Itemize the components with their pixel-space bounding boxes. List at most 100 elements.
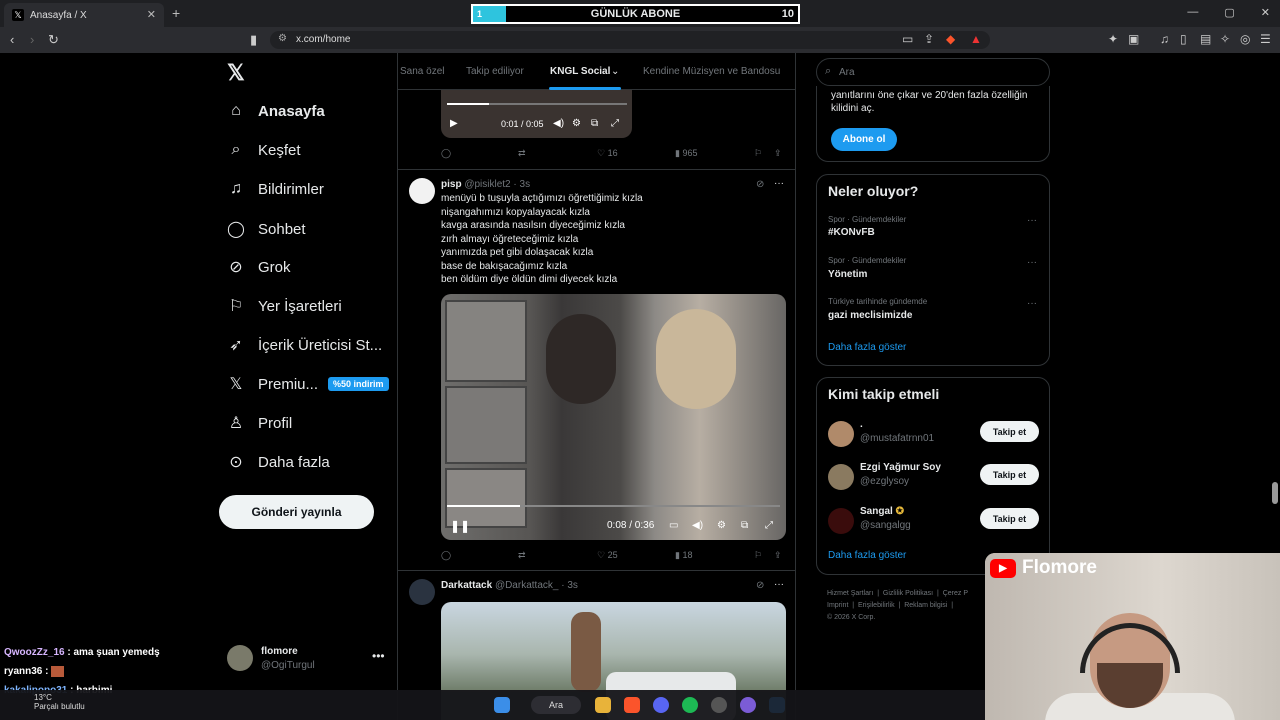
app-icon[interactable] (711, 697, 727, 713)
steam-icon[interactable] (769, 697, 785, 713)
volume-icon[interactable]: ◀) (553, 118, 564, 129)
footer-link[interactable]: Gizlilik Politikası (883, 590, 933, 597)
search-input[interactable]: ⌕ Ara (816, 58, 1050, 86)
author-name[interactable]: pisp (441, 179, 462, 190)
bookmark-icon[interactable]: ⚐ (754, 148, 762, 159)
sidebar-item-more[interactable]: ⊙ Daha fazla (226, 452, 329, 472)
tab-following[interactable]: Takip ediliyor (466, 66, 524, 77)
back-icon[interactable]: ‹ (10, 32, 14, 47)
sidebar-item-explore[interactable]: ⌕ Keşfet (226, 141, 301, 159)
brave-icon[interactable] (624, 697, 640, 713)
trend-title[interactable]: gazi meclisimizde (828, 310, 912, 321)
share-icon[interactable]: ⇪ (924, 32, 934, 46)
wallet-icon[interactable]: ▤ (1200, 32, 1211, 46)
more-icon[interactable]: ··· (1027, 215, 1037, 226)
close-window-icon[interactable]: ✕ (1261, 6, 1270, 19)
discord-icon[interactable] (653, 697, 669, 713)
author-name[interactable]: Darkattack (441, 580, 492, 591)
file-explorer-icon[interactable] (595, 697, 611, 713)
trend-title[interactable]: Yönetim (828, 269, 867, 280)
x-logo-icon[interactable]: 𝕏 (227, 60, 245, 86)
tweet-video[interactable]: ❚❚ 0:08 / 0:36 ▭ ◀) ⚙ ⧉ ⤢ (441, 294, 786, 540)
follow-suggestion[interactable]: Ezgi Yağmur Soy @ezglysoy Takip et (817, 458, 1051, 498)
author-handle[interactable]: @Darkattack_ (495, 580, 559, 591)
like-button[interactable]: ♡ 25 (597, 550, 618, 561)
fullscreen-icon[interactable]: ⤢ (611, 118, 619, 129)
avatar[interactable] (409, 579, 435, 605)
retweet-icon[interactable]: ⇄ (518, 550, 526, 561)
like-button[interactable]: ♡ 16 (597, 148, 618, 159)
subscribe-button[interactable]: Abone ol (831, 128, 897, 151)
sidebar-item-premium[interactable]: 𝕏 Premiu... %50 indirim (226, 374, 389, 394)
tab-kngl-social[interactable]: KNGL Social (550, 66, 610, 77)
new-tab-button[interactable]: + (172, 5, 180, 21)
bookmark-page-icon[interactable]: ▮ (250, 32, 257, 48)
views-button[interactable]: ▮ 18 (675, 550, 692, 561)
follow-button[interactable]: Takip et (980, 508, 1039, 529)
url-field[interactable]: ⚙ x.com/home (270, 31, 990, 49)
more-icon[interactable]: ··· (774, 178, 784, 189)
vpn-icon[interactable]: ◎ (1240, 32, 1250, 46)
author-handle[interactable]: @pisiklet2 (464, 179, 510, 190)
chevron-down-icon[interactable]: ⌄ (611, 66, 619, 77)
volume-icon[interactable]: ◀) (692, 520, 703, 531)
retweet-icon[interactable]: ⇄ (518, 148, 526, 159)
sidebar-item-home[interactable]: ⌂ Anasayfa (226, 102, 325, 120)
settings-icon[interactable]: ⚙ (572, 118, 581, 129)
sidebar-item-creator-studio[interactable]: ➶ İçerik Üreticisi St... (226, 335, 382, 355)
captions-icon[interactable]: ▭ (669, 520, 678, 531)
reload-icon[interactable]: ↻ (48, 32, 59, 48)
footer-link[interactable]: Imprint (827, 602, 848, 609)
brave-shield-icon[interactable]: ◆ (946, 32, 955, 46)
footer-link[interactable]: Erişilebilirlik (858, 602, 895, 609)
pip-icon[interactable]: ⧉ (741, 520, 748, 531)
pip-icon[interactable]: ⧉ (591, 118, 598, 129)
grok-icon[interactable]: ⊘ (756, 580, 764, 591)
follow-button[interactable]: Takip et (980, 464, 1039, 485)
tweet-video[interactable]: ▶ 0:01 / 0:05 ◀) ⚙ ⧉ ⤢ (441, 90, 632, 138)
sidebar-item-profile[interactable]: ♙ Profil (226, 413, 292, 433)
follow-suggestion[interactable]: . @mustafatrnn01 Takip et (817, 415, 1051, 455)
spotify-icon[interactable] (682, 697, 698, 713)
share-icon[interactable]: ⇪ (774, 550, 782, 561)
minimize-icon[interactable]: — (1187, 6, 1198, 19)
footer-link[interactable]: Çerez P (943, 590, 968, 597)
more-icon[interactable]: ••• (372, 649, 385, 663)
cast-icon[interactable]: ▭ (902, 32, 913, 46)
grok-icon[interactable]: ⊘ (756, 179, 764, 190)
maximize-icon[interactable]: ▢ (1224, 6, 1234, 19)
weather-widget[interactable]: 13°C Parçalı bulutlu (14, 693, 85, 711)
tab-musician[interactable]: Kendine Müzisyen ve Bandosu (643, 66, 780, 77)
reply-icon[interactable]: ◯ (441, 148, 451, 159)
views-button[interactable]: ▮ 965 (675, 148, 697, 159)
more-icon[interactable]: ··· (774, 579, 784, 590)
obs-icon[interactable] (740, 697, 756, 713)
reply-icon[interactable]: ◯ (441, 550, 451, 561)
share-icon[interactable]: ⇪ (774, 148, 782, 159)
show-more-link[interactable]: Daha fazla göster (828, 342, 906, 353)
follow-suggestion[interactable]: Sangal ✪ @sangalgg Takip et (817, 502, 1051, 542)
leo-icon[interactable]: ✧ (1220, 32, 1230, 46)
avatar[interactable] (409, 178, 435, 204)
post-button[interactable]: Gönderi yayınla (219, 495, 374, 529)
fullscreen-icon[interactable]: ⤢ (765, 520, 773, 531)
more-icon[interactable]: ··· (1027, 298, 1037, 309)
account-switcher[interactable]: flomore @OgiTurgul ••• (227, 645, 387, 675)
sidebar-icon[interactable]: ▯ (1180, 32, 1187, 46)
taskbar-search[interactable]: Ara (531, 696, 581, 714)
trend-title[interactable]: #KONvFB (828, 227, 875, 238)
sidebar-item-bookmarks[interactable]: ⚐ Yer İşaretleri (226, 296, 342, 316)
settings-icon[interactable]: ⚙ (717, 520, 726, 531)
scrollbar-thumb[interactable] (1272, 482, 1278, 504)
menu-icon[interactable]: ☰ (1260, 32, 1271, 46)
site-info-icon[interactable]: ⚙ (278, 33, 287, 44)
music-icon[interactable]: ♫ (1160, 32, 1169, 46)
bookmark-icon[interactable]: ⚐ (754, 550, 762, 561)
rewards-icon[interactable]: ▲ (970, 32, 982, 46)
browser-tab[interactable]: 𝕏 Anasayfa / X ✕ (4, 3, 164, 27)
forward-icon[interactable]: › (30, 32, 34, 47)
close-tab-icon[interactable]: ✕ (147, 8, 156, 21)
sidebar-item-chat[interactable]: ◯ Sohbet (226, 219, 306, 239)
pause-icon[interactable]: ❚❚ (450, 519, 470, 533)
screenshot-icon[interactable]: ▣ (1128, 32, 1139, 46)
